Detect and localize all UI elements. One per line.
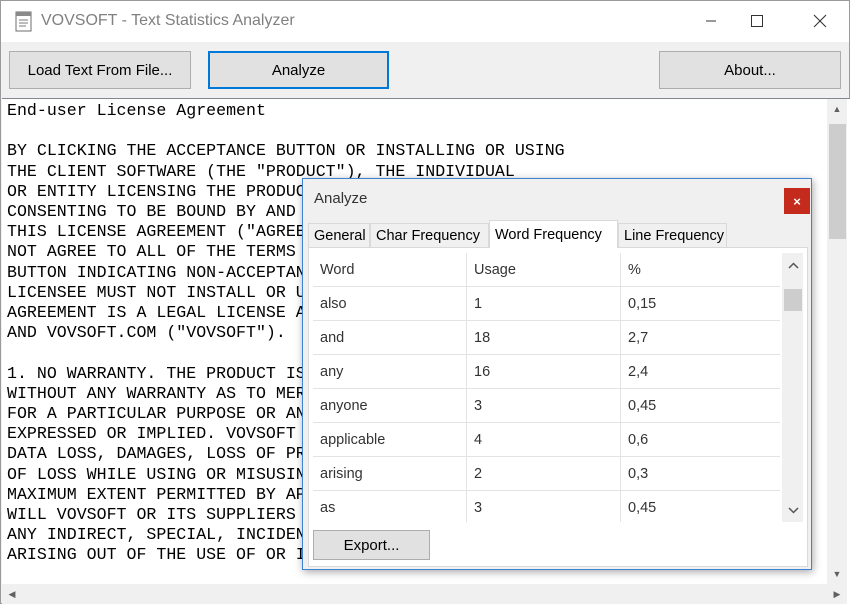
table-row[interactable]: any 16 2,4 xyxy=(313,355,780,389)
scroll-right-icon[interactable]: ▶ xyxy=(827,584,847,604)
percent-cell: 2,4 xyxy=(628,364,649,380)
usage-cell: 16 xyxy=(467,355,621,389)
column-header-word[interactable]: Word xyxy=(313,253,467,287)
close-icon xyxy=(813,14,827,28)
scroll-up-icon[interactable]: ▲ xyxy=(827,99,847,119)
column-header-percent[interactable]: % xyxy=(621,253,777,287)
load-text-button[interactable]: Load Text From File... xyxy=(9,51,191,89)
table-vertical-scrollbar[interactable] xyxy=(782,253,803,522)
title-bar[interactable]: VOVSOFT - Text Statistics Analyzer xyxy=(1,1,849,42)
maximize-icon xyxy=(751,15,763,27)
word-cell: and xyxy=(313,321,467,355)
chevron-up-icon[interactable] xyxy=(783,255,803,275)
export-button[interactable]: Export... xyxy=(313,530,430,560)
usage-cell: 18 xyxy=(467,321,621,355)
word-cell: arising xyxy=(313,457,467,491)
analyze-button[interactable]: Analyze xyxy=(208,51,389,89)
scroll-left-icon[interactable]: ◀ xyxy=(2,584,22,604)
maximize-button[interactable] xyxy=(734,1,780,41)
dialog-close-button[interactable]: × xyxy=(784,188,810,214)
tab-word-frequency[interactable]: Word Frequency xyxy=(489,220,618,248)
analyze-dialog: Analyze × General Char Frequency Word Fr… xyxy=(302,178,812,570)
usage-cell: 1 xyxy=(467,287,621,321)
scroll-thumb[interactable] xyxy=(829,124,846,239)
column-header-usage[interactable]: Usage xyxy=(467,253,621,287)
close-icon: × xyxy=(793,193,801,209)
scroll-down-icon[interactable]: ▼ xyxy=(827,564,847,584)
usage-cell: 4 xyxy=(467,423,621,457)
word-cell: as xyxy=(313,491,467,522)
percent-cell: 2,7 xyxy=(628,330,649,346)
usage-cell: 3 xyxy=(467,389,621,423)
word-cell: anyone xyxy=(313,389,467,423)
tab-char-frequency[interactable]: Char Frequency xyxy=(370,223,489,247)
table-header: Word Usage % xyxy=(313,253,780,287)
chevron-down-icon[interactable] xyxy=(783,500,803,520)
percent-cell: 0,3 xyxy=(628,466,649,482)
table-row[interactable]: applicable 4 0,6 xyxy=(313,423,780,457)
close-button[interactable] xyxy=(797,1,843,41)
table-row[interactable]: and 18 2,7 xyxy=(313,321,780,355)
document-icon xyxy=(15,11,33,32)
percent-cell: 0,6 xyxy=(628,432,649,448)
word-frequency-panel: Word Usage % also 1 0,15 and 18 2,7 any … xyxy=(308,247,808,567)
usage-cell: 3 xyxy=(467,491,621,522)
word-cell: any xyxy=(313,355,467,389)
tab-line-frequency[interactable]: Line Frequency xyxy=(618,223,727,247)
dialog-title: Analyze xyxy=(314,190,368,207)
usage-cell: 2 xyxy=(467,457,621,491)
minimize-button[interactable] xyxy=(688,1,734,41)
percent-cell: 0,15 xyxy=(628,296,657,312)
app-window: VOVSOFT - Text Statistics Analyzer Load … xyxy=(0,0,850,604)
percent-cell: 0,45 xyxy=(628,500,657,516)
editor-vertical-scrollbar[interactable]: ▲ ▼ xyxy=(827,99,847,584)
tab-general[interactable]: General xyxy=(308,223,370,247)
word-cell: also xyxy=(313,287,467,321)
percent-cell: 0,45 xyxy=(628,398,657,414)
table-row[interactable]: anyone 3 0,45 xyxy=(313,389,780,423)
editor-horizontal-scrollbar[interactable]: ◀ ▶ xyxy=(2,584,847,604)
minimize-icon xyxy=(706,20,716,22)
table-row[interactable]: as 3 0,45 xyxy=(313,491,780,522)
table-scroll-thumb[interactable] xyxy=(784,289,802,311)
table-row[interactable]: arising 2 0,3 xyxy=(313,457,780,491)
word-cell: applicable xyxy=(313,423,467,457)
about-button[interactable]: About... xyxy=(659,51,841,89)
word-frequency-table[interactable]: Word Usage % also 1 0,15 and 18 2,7 any … xyxy=(313,253,780,522)
table-row[interactable]: also 1 0,15 xyxy=(313,287,780,321)
window-title: VOVSOFT - Text Statistics Analyzer xyxy=(41,12,295,29)
